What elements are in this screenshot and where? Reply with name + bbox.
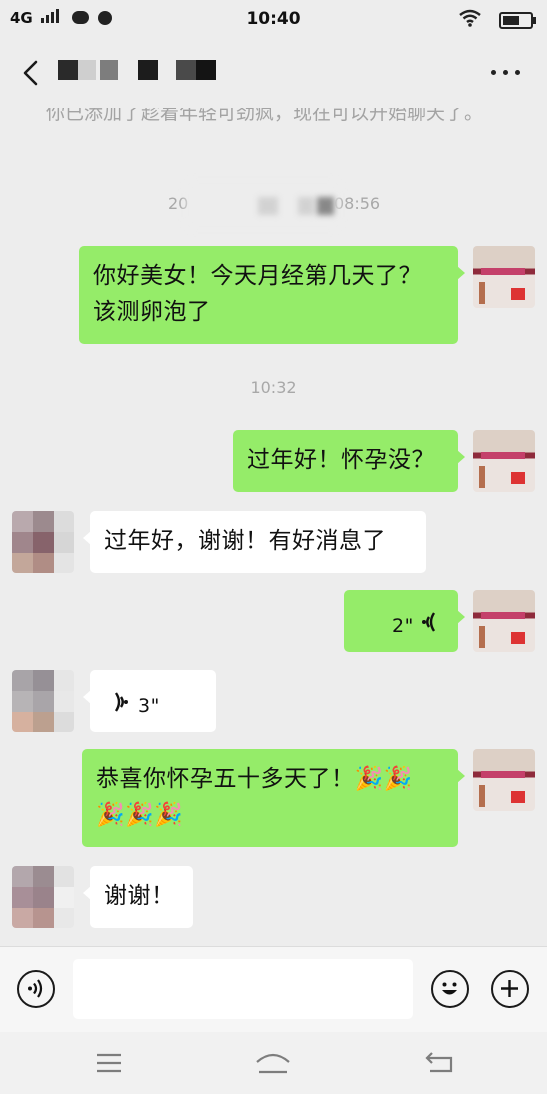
contact-avatar[interactable] xyxy=(12,670,74,732)
battery-icon xyxy=(499,11,536,29)
my-avatar[interactable] xyxy=(473,590,535,652)
voice-message-sent[interactable]: 2" xyxy=(344,590,465,652)
status-right xyxy=(458,9,536,31)
voice-wave-icon xyxy=(420,609,438,645)
my-avatar[interactable] xyxy=(473,246,535,308)
timestamp-redaction-block xyxy=(317,197,334,215)
chat-header xyxy=(0,38,547,108)
party-popper-icon: 🎉 xyxy=(125,802,155,828)
wifi-icon xyxy=(458,9,482,31)
message-bubble-sent[interactable]: 恭喜你怀孕五十多天了！🎉🎉 🎉🎉🎉 xyxy=(82,749,465,847)
timestamp: 10:32 xyxy=(250,378,297,397)
contact-avatar[interactable] xyxy=(12,511,74,573)
voice-duration: 3" xyxy=(138,695,160,717)
status-bar: 4G 10:40 xyxy=(0,0,547,38)
message-bubble-received[interactable]: 过年好，谢谢！有好消息了 xyxy=(83,511,426,573)
message-text: 过年好，谢谢！有好消息了 xyxy=(104,528,386,554)
more-dots-icon[interactable] xyxy=(491,70,521,76)
my-avatar[interactable] xyxy=(473,749,535,811)
message-input[interactable] xyxy=(73,959,413,1019)
party-popper-icon: 🎉 xyxy=(354,766,384,792)
message-bubble-sent[interactable]: 过年好！怀孕没？ xyxy=(233,430,465,492)
system-message: 你已添加了趁着年轻可劲疯，现在可以开始聊天了。 xyxy=(46,108,484,124)
menu-icon[interactable] xyxy=(94,1050,130,1076)
emoji-icon[interactable] xyxy=(431,970,469,1008)
voice-duration: 2" xyxy=(392,615,414,637)
timestamp-redaction-block xyxy=(258,197,278,215)
back-icon[interactable] xyxy=(424,1050,460,1076)
message-bubble-sent[interactable]: 你好美女！今天月经第几天了？该测卵泡了 xyxy=(79,246,465,344)
party-popper-icon: 🎉 xyxy=(383,766,413,792)
party-popper-icon: 🎉 xyxy=(96,802,126,828)
plus-icon[interactable] xyxy=(491,970,529,1008)
contact-avatar[interactable] xyxy=(12,866,74,928)
message-text: 你好美女！今天月经第几天了？该测卵泡了 xyxy=(93,263,422,325)
chat-area[interactable]: 你已添加了趁着年轻可劲疯，现在可以开始聊天了。 20 08:56 你好美女！今天… xyxy=(0,108,547,946)
voice-wave-icon xyxy=(112,689,130,725)
voice-message-received[interactable]: 3" xyxy=(83,670,216,732)
party-popper-icon: 🎉 xyxy=(154,802,184,828)
chevron-left-icon[interactable] xyxy=(18,58,48,88)
my-avatar[interactable] xyxy=(473,430,535,492)
system-nav-bar xyxy=(0,1032,547,1094)
message-text: 过年好！怀孕没？ xyxy=(247,447,435,473)
message-text: 恭喜你怀孕五十多天了！ xyxy=(96,766,355,792)
home-icon[interactable] xyxy=(254,1050,290,1076)
message-text: 谢谢！ xyxy=(104,883,175,909)
input-bar xyxy=(0,946,547,1033)
voice-mode-icon[interactable] xyxy=(17,970,55,1008)
timestamp-redaction-block xyxy=(298,197,314,215)
message-bubble-received[interactable]: 谢谢！ xyxy=(83,866,193,928)
